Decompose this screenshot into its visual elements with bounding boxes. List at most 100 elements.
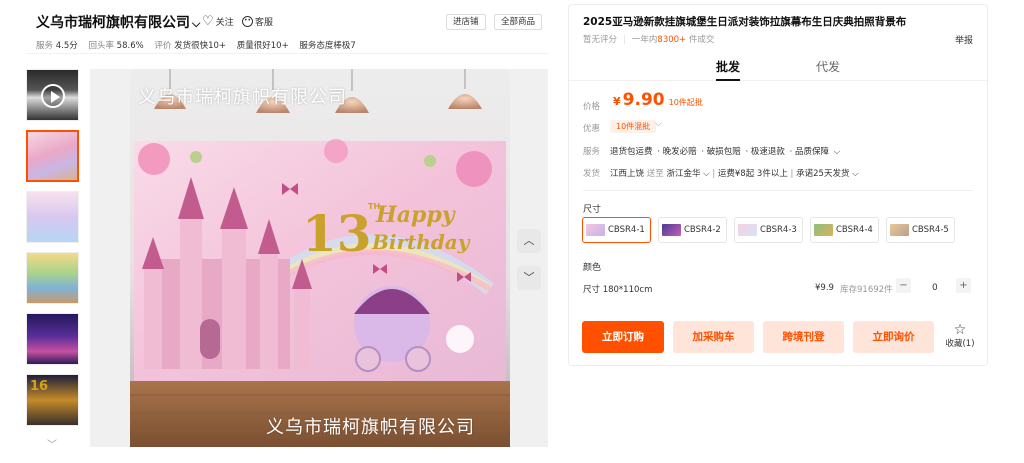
size-option-label: CBSR4-2 bbox=[684, 225, 721, 235]
all-goods-button[interactable]: 全部商品 bbox=[494, 14, 543, 30]
ship-qty: 3件以上 bbox=[756, 169, 788, 179]
size-option[interactable]: CBSR4-4 bbox=[810, 217, 879, 243]
enter-shop-button[interactable]: 进店铺 bbox=[446, 14, 486, 30]
backdrop-illustration: 13 TH Happy Birthday bbox=[130, 69, 510, 447]
spec-name: 尺寸 180*110cm bbox=[583, 285, 653, 295]
ship-promise[interactable]: 承诺25天发货 bbox=[796, 169, 849, 179]
chevron-down-icon[interactable]: ⌵ bbox=[655, 119, 662, 129]
follow-label: 关注 bbox=[215, 18, 234, 28]
size-option[interactable]: CBSR4-5 bbox=[886, 217, 955, 243]
add-to-cart-button[interactable]: 加采购车 bbox=[673, 321, 754, 353]
thumbnail-image[interactable] bbox=[26, 252, 79, 304]
promo-label: 优惠 bbox=[583, 124, 601, 134]
cross-border-listing-button[interactable]: 跨境刊登 bbox=[763, 321, 844, 353]
service-score-label: 服务 bbox=[36, 41, 54, 51]
shop-name[interactable]: 义乌市瑞柯旗帜有限公司 ⌵ bbox=[36, 12, 200, 32]
service-item: 品质保障 bbox=[795, 147, 830, 157]
ship-to-word: 送至 bbox=[646, 169, 664, 179]
chevron-down-icon: ⌵ bbox=[833, 147, 841, 157]
report-link[interactable]: 举报 bbox=[955, 33, 973, 46]
thumbnail-list: 16 bbox=[26, 69, 79, 435]
spec-stock: 库存91692件 bbox=[840, 285, 893, 295]
no-rating-text: 暂无评分 bbox=[583, 35, 618, 45]
sales-suffix: 件成交 bbox=[688, 35, 715, 45]
price: ¥ 9.90 10件起批 bbox=[613, 90, 703, 110]
currency-symbol: ¥ bbox=[613, 95, 621, 108]
banner-number: 13 bbox=[302, 204, 372, 263]
size-options: CBSR4-1 CBSR4-2 CBSR4-3 CBSR4-4 CBSR4-5 bbox=[582, 217, 955, 243]
review-tag: 服务态度棒极7 bbox=[299, 41, 356, 51]
rating-line: 暂无评分 | 一年内8300+ 件成交 bbox=[583, 33, 714, 45]
customer-service-label: 客服 bbox=[255, 18, 274, 28]
play-icon bbox=[41, 84, 65, 108]
shipping-label: 发货 bbox=[583, 169, 601, 179]
chevron-down-icon[interactable]: ⌵ bbox=[703, 169, 709, 179]
divider: | bbox=[790, 169, 794, 179]
sales-prefix: 一年内 bbox=[631, 35, 658, 45]
promo-tag[interactable]: 10件混批 bbox=[610, 120, 657, 133]
follow-button[interactable]: ♡ 关注 bbox=[202, 15, 234, 29]
size-swatch bbox=[662, 224, 681, 236]
shop-name-text[interactable]: 义乌市瑞柯旗帜有限公司 bbox=[36, 15, 190, 31]
price-amount: 9.90 bbox=[622, 90, 665, 110]
service-item: 破损包赔 bbox=[706, 147, 741, 157]
size-option[interactable]: CBSR4-2 bbox=[658, 217, 727, 243]
chevron-down-icon[interactable]: ⌵ bbox=[852, 169, 858, 179]
chat-icon: •• bbox=[242, 16, 253, 27]
size-section-title: 尺寸 bbox=[583, 205, 602, 215]
thumbnail-image[interactable]: 16 bbox=[26, 374, 79, 426]
thumbnail-badge: 16 bbox=[30, 379, 49, 394]
quantity-decrement-button[interactable]: − bbox=[896, 278, 911, 293]
size-swatch bbox=[814, 224, 833, 236]
ship-to[interactable]: 浙江金华 bbox=[666, 169, 700, 179]
size-option-label: CBSR4-3 bbox=[760, 225, 797, 235]
size-swatch bbox=[890, 224, 909, 236]
min-order-qty: 10件起批 bbox=[668, 98, 703, 107]
buy-now-button[interactable]: 立即订购 bbox=[582, 321, 664, 353]
tab-dropship[interactable]: 代发 bbox=[816, 58, 840, 75]
quantity-increment-button[interactable]: + bbox=[956, 278, 971, 293]
section-divider bbox=[583, 190, 973, 191]
price-label: 价格 bbox=[583, 102, 601, 112]
purchase-mode-tabs: 批发 代发 bbox=[569, 55, 989, 81]
service-guarantees[interactable]: 退货包运费 · 晚发必赔 · 破损包赔 · 极速退款 · 品质保障 ⌵ bbox=[610, 145, 842, 157]
review-tag: 质量很好10+ bbox=[236, 41, 289, 51]
chevron-up-icon[interactable]: ︿ bbox=[517, 229, 541, 253]
service-label: 服务 bbox=[583, 147, 601, 157]
star-icon: ☆ bbox=[953, 322, 967, 338]
service-item: 极速退款 bbox=[750, 147, 785, 157]
shop-stats: 服务 4.5分 回头率 58.6% 评价 发货很快10+ 质量很好10+ 服务态… bbox=[36, 39, 364, 51]
thumbnail-image[interactable] bbox=[26, 313, 79, 365]
size-option-label: CBSR4-1 bbox=[608, 225, 645, 235]
color-section-title: 颜色 bbox=[583, 263, 602, 273]
thumbnail-image[interactable] bbox=[26, 191, 79, 243]
thumbnail-video[interactable] bbox=[26, 69, 79, 121]
main-product-image[interactable]: 13 TH Happy Birthday 义乌市瑞柯旗帜有限公司 义乌市瑞柯旗帜… bbox=[90, 69, 548, 447]
service-item: 晚发必赔 bbox=[662, 147, 697, 157]
inquire-button[interactable]: 立即询价 bbox=[853, 321, 934, 353]
favorite-button[interactable]: ☆ 收藏(1) bbox=[944, 323, 976, 349]
reply-rate: 58.6% bbox=[116, 41, 144, 51]
shop-header: 义乌市瑞柯旗帜有限公司 ⌵ ♡ 关注 •• 客服 进店铺 全部商品 服务 4.5分… bbox=[26, 6, 548, 54]
quantity-input[interactable]: 0 bbox=[932, 283, 938, 293]
size-swatch bbox=[738, 224, 757, 236]
tab-wholesale[interactable]: 批发 bbox=[716, 58, 741, 81]
service-score: 4.5分 bbox=[55, 41, 78, 51]
sales-count: 8300+ bbox=[657, 35, 687, 45]
ship-from: 江西上饶 bbox=[610, 169, 645, 179]
divider: | bbox=[712, 169, 716, 179]
thumbnail-image[interactable] bbox=[26, 130, 79, 182]
spec-price: ¥9.9 bbox=[815, 283, 834, 293]
chevron-down-icon[interactable]: ﹀ bbox=[47, 436, 57, 451]
product-panel: 2025亚马逊新款挂旗城堡生日派对装饰拉旗幕布生日庆典拍照背景布 举报 暂无评分… bbox=[568, 4, 989, 366]
size-option[interactable]: CBSR4-3 bbox=[734, 217, 803, 243]
product-title: 2025亚马逊新款挂旗城堡生日派对装饰拉旗幕布生日庆典拍照背景布 bbox=[583, 16, 907, 28]
size-option[interactable]: CBSR4-1 bbox=[582, 217, 651, 243]
shipping-info: 江西上饶 送至 浙江金华 ⌵ | 运费¥8起 3件以上 | 承诺25天发货 ⌵ bbox=[610, 167, 859, 179]
favorite-label: 收藏(1) bbox=[945, 339, 975, 349]
divider: | bbox=[623, 35, 626, 45]
customer-service-button[interactable]: •• 客服 bbox=[242, 15, 273, 28]
watermark-top: 义乌市瑞柯旗帜有限公司 bbox=[138, 87, 347, 108]
chevron-down-icon[interactable]: ﹀ bbox=[517, 266, 541, 290]
chevron-down-icon[interactable]: ⌵ bbox=[192, 17, 200, 30]
